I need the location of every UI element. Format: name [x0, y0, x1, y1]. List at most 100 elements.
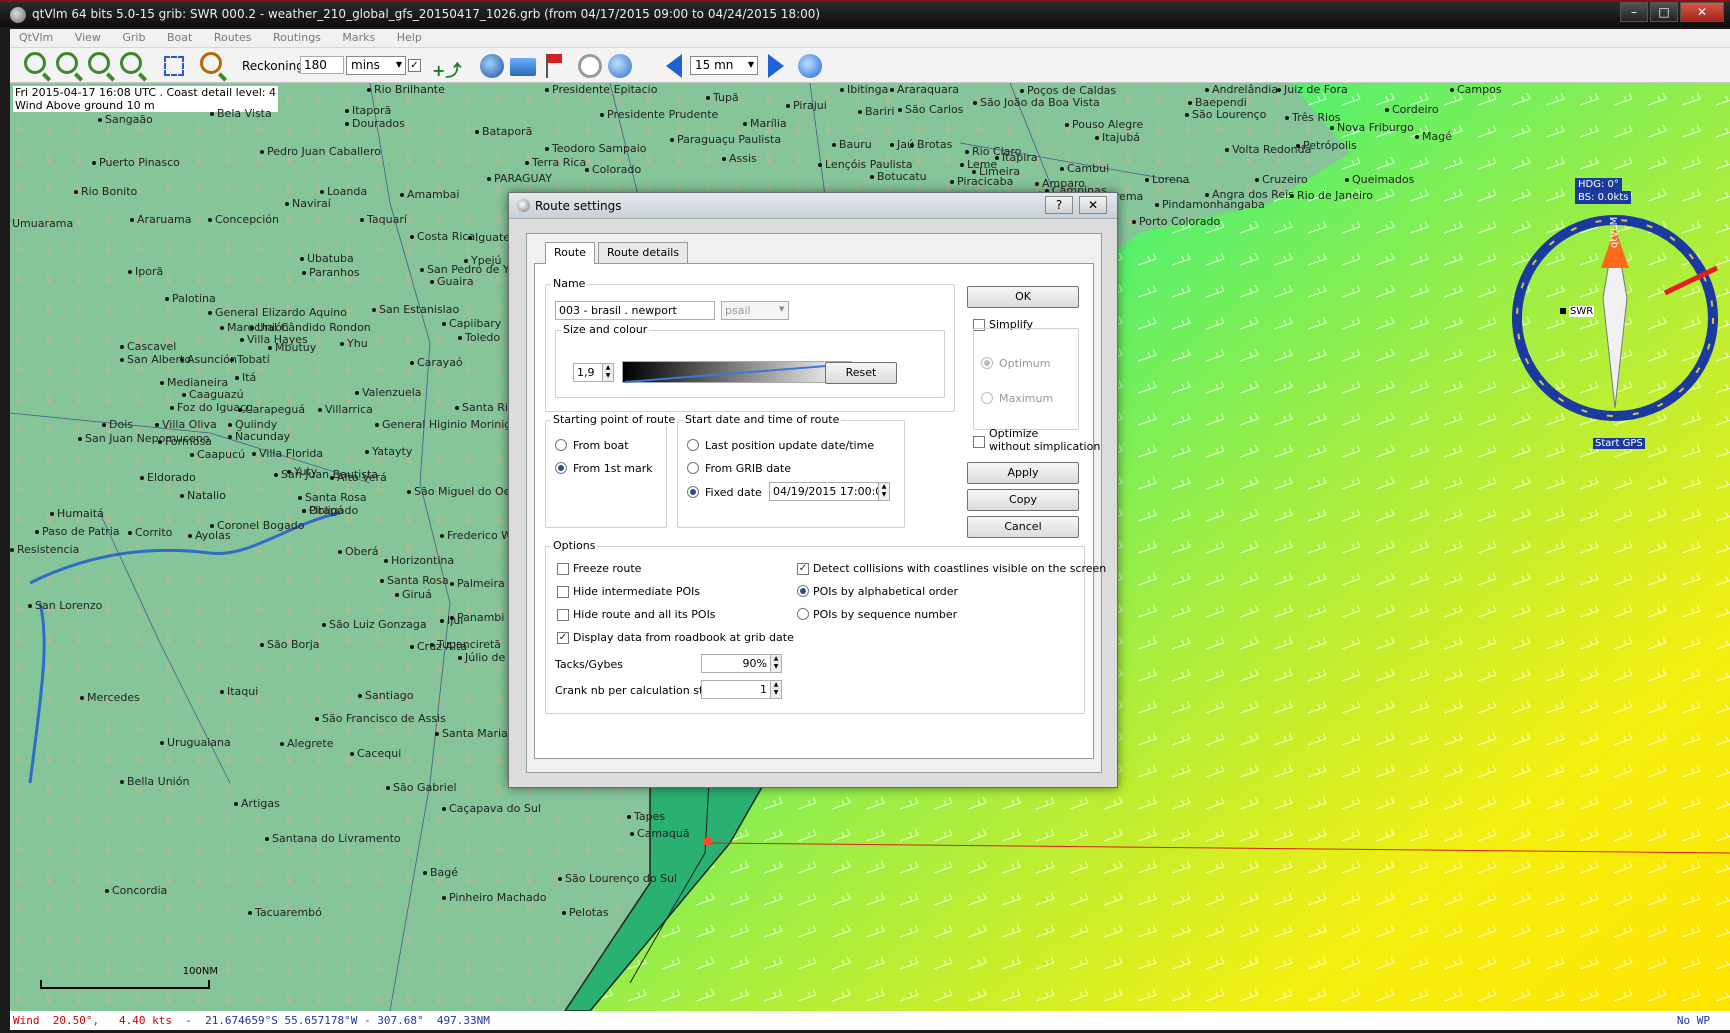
minimize-button[interactable]: – — [1620, 2, 1648, 22]
ok-button[interactable]: OK — [967, 286, 1079, 308]
last-position-radio[interactable] — [687, 439, 699, 451]
menu-qtvlm[interactable]: QtVlm — [10, 29, 62, 46]
open-folder-icon[interactable] — [510, 58, 536, 76]
city-label: Ayolas — [188, 529, 231, 542]
city-label: Yhu — [340, 337, 368, 350]
hide-route-label: Hide route and all its POIs — [573, 608, 716, 621]
mail-icon[interactable] — [608, 54, 632, 78]
zoom-out-icon[interactable] — [56, 52, 78, 74]
window-title: qtVlm 64 bits 5.0-15 grib: SWR 000.2 - w… — [32, 7, 821, 21]
tacks-spinbox[interactable]: 90% — [701, 654, 771, 673]
city-label: Eldorado — [140, 471, 196, 484]
line-width-spin-arrows[interactable]: ▲ ▼ — [602, 363, 614, 382]
fixed-date-radio[interactable] — [687, 486, 699, 498]
menu-routings[interactable]: Routings — [264, 29, 330, 46]
dialog-close-button[interactable]: ✕ — [1079, 196, 1107, 214]
city-label: Botucatu — [870, 170, 927, 183]
pois-alpha-radio[interactable] — [797, 585, 809, 597]
name-group-title: Name — [551, 277, 588, 290]
city-label: Artigas — [234, 797, 280, 810]
reckoning-unit-select[interactable]: mins — [346, 56, 406, 75]
menu-grib[interactable]: Grib — [113, 29, 154, 46]
reset-button[interactable]: Reset — [825, 362, 897, 384]
city-label: São Carlos — [898, 103, 963, 116]
city-label: Pouso Alegre — [1065, 118, 1143, 131]
city-label: Nova Friburgo — [1330, 121, 1414, 134]
menu-marks[interactable]: Marks — [333, 29, 384, 46]
maximize-button[interactable]: □ — [1650, 2, 1678, 22]
city-label: Queimados — [1345, 173, 1414, 186]
zoom-area-icon[interactable] — [120, 52, 142, 74]
freeze-route-checkbox[interactable] — [557, 563, 569, 575]
reckoning-spinbox[interactable]: 180 — [300, 56, 344, 74]
maximum-radio[interactable] — [981, 392, 993, 404]
city-label: Santa Rosa — [298, 491, 367, 504]
display-roadbook-checkbox[interactable]: ✓ — [557, 632, 569, 644]
crank-spin-arrows[interactable]: ▲ ▼ — [770, 680, 782, 699]
city-label: Cordeiro — [1385, 103, 1439, 116]
city-label: Puerto Pinasco — [92, 156, 180, 169]
city-label: Natalio — [180, 489, 226, 502]
city-label: Concepción — [208, 213, 279, 226]
city-label: Caçapava do Sul — [442, 802, 541, 815]
city-label: Uruguaiana — [160, 736, 231, 749]
route-name-input[interactable]: 003 - brasil . newport — [555, 301, 715, 320]
menu-routes[interactable]: Routes — [205, 29, 261, 46]
dialog-title: Route settings — [535, 199, 622, 213]
optimize-checkbox[interactable] — [973, 436, 985, 448]
city-label: Santa Rosa — [380, 574, 449, 587]
status-wind: Wind 20.50°, 4.40 kts — [13, 1014, 172, 1027]
city-label: Caaguazú — [182, 388, 244, 401]
city-label: Corrito — [128, 526, 172, 539]
play-icon[interactable] — [798, 54, 822, 78]
from-boat-label: From boat — [573, 439, 629, 452]
next-step-icon[interactable] — [768, 54, 784, 78]
dialog-help-button[interactable]: ? — [1045, 196, 1073, 214]
from-first-mark-radio[interactable] — [555, 462, 567, 474]
city-label: Paranhos — [302, 266, 360, 279]
city-label: Carayaó — [410, 356, 463, 369]
search-icon[interactable] — [200, 52, 222, 74]
colour-preview[interactable] — [622, 361, 852, 383]
clock-icon[interactable] — [578, 54, 602, 78]
copy-button[interactable]: Copy — [967, 489, 1079, 511]
flag-icon[interactable] — [546, 54, 570, 78]
menu-help[interactable]: Help — [388, 29, 431, 46]
city-label: Cacequi — [350, 747, 401, 760]
add-poi-icon[interactable]: +⤴ — [432, 57, 461, 81]
detect-collisions-checkbox[interactable]: ✓ — [797, 563, 809, 575]
zoom-in-icon[interactable] — [24, 52, 46, 74]
menu-view[interactable]: View — [66, 29, 110, 46]
menu-boat[interactable]: Boat — [158, 29, 201, 46]
city-label: Terra Rica — [525, 156, 586, 169]
city-label: Panambi — [450, 611, 504, 624]
globe-icon[interactable] — [480, 54, 504, 78]
prev-step-icon[interactable] — [666, 54, 682, 78]
fixed-date-input[interactable]: 04/19/2015 17:00:00 — [769, 482, 889, 501]
city-label: Tobatí — [230, 353, 270, 366]
close-button[interactable]: ✕ — [1680, 2, 1724, 22]
line-width-spinbox[interactable]: 1,9 — [573, 363, 603, 382]
city-label: Iporã — [128, 265, 163, 278]
time-step-select[interactable]: 15 mn — [690, 56, 758, 75]
from-boat-radio[interactable] — [555, 439, 567, 451]
crank-spinbox[interactable]: 1 — [701, 680, 771, 699]
tab-route-details[interactable]: Route details — [598, 242, 689, 263]
tacks-spin-arrows[interactable]: ▲ ▼ — [770, 654, 782, 673]
tab-route[interactable]: Route — [545, 242, 595, 264]
reckoning-checkbox[interactable]: ✓ — [408, 59, 421, 72]
optimum-radio[interactable] — [981, 357, 993, 369]
fixed-date-spin-arrows[interactable]: ▲ ▼ — [878, 482, 890, 501]
pois-seq-radio[interactable] — [797, 608, 809, 620]
zoom-fit-icon[interactable] — [88, 52, 110, 74]
display-roadbook-label: Display data from roadbook at grib date — [573, 631, 794, 644]
hide-route-checkbox[interactable] — [557, 609, 569, 621]
apply-button[interactable]: Apply — [967, 462, 1079, 484]
from-grib-radio[interactable] — [687, 462, 699, 474]
city-label: Itaporã — [345, 104, 391, 117]
boat-compass[interactable]: HDG: 0° BS: 0.0kts qtVLM SWR Start GPS — [1505, 178, 1725, 449]
cancel-button[interactable]: Cancel — [967, 516, 1079, 538]
hide-intermediate-checkbox[interactable] — [557, 586, 569, 598]
select-area-icon[interactable] — [164, 56, 184, 76]
city-label: Caapucú — [190, 448, 245, 461]
